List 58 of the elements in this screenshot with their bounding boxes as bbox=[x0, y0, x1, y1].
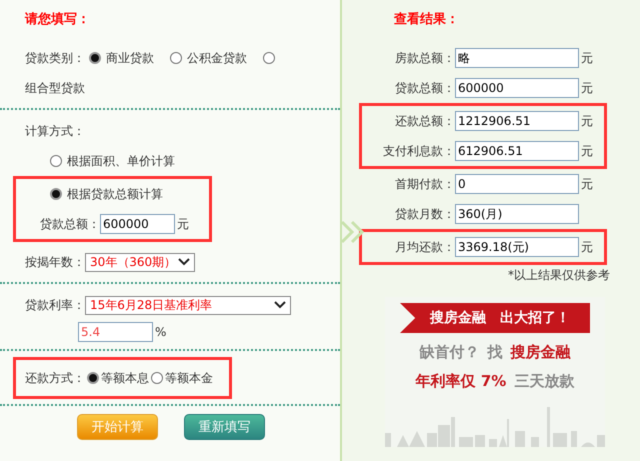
option-label[interactable]: 组合型贷款 bbox=[25, 73, 85, 103]
input-field[interactable]: 360(月) bbox=[455, 204, 579, 224]
input-field[interactable]: 0 bbox=[455, 174, 579, 194]
radio-button[interactable] bbox=[151, 372, 163, 384]
field-label: 贷款月数： bbox=[394, 206, 455, 222]
option-label[interactable]: 等额本息 bbox=[101, 360, 149, 396]
option-label[interactable]: 根据贷款总额计算 bbox=[67, 186, 163, 202]
ad-text: 缺首付？ bbox=[420, 343, 480, 362]
ad-text: 搜房金融 bbox=[510, 343, 570, 362]
radio-button[interactable] bbox=[263, 52, 275, 64]
unit-label: 元 bbox=[581, 80, 593, 96]
radio-button[interactable] bbox=[50, 155, 62, 167]
unit-label: 元 bbox=[177, 216, 189, 232]
input-field[interactable]: 5.4 bbox=[78, 322, 153, 342]
field-label: 贷款利率： bbox=[25, 296, 85, 314]
unit-label: 元 bbox=[581, 142, 593, 160]
option-label[interactable]: 根据面积、单价计算 bbox=[67, 152, 175, 170]
unit-label: 元 bbox=[581, 176, 593, 192]
input-field[interactable]: 600000 bbox=[455, 78, 579, 98]
radio-button[interactable] bbox=[87, 372, 99, 384]
input-field[interactable]: 612906.51 bbox=[455, 141, 579, 161]
section-title: 请您填写： bbox=[25, 11, 90, 28]
field-label: 首期付款： bbox=[394, 176, 455, 192]
field-label: 房款总额： bbox=[394, 50, 455, 66]
ad-text: 出大招了！ bbox=[500, 309, 570, 327]
ad-text: 找 bbox=[488, 343, 502, 362]
option-label[interactable]: 等额本金 bbox=[165, 360, 213, 396]
field-label: 月均还款： bbox=[394, 238, 455, 256]
radio-button[interactable] bbox=[170, 52, 182, 64]
option-label[interactable]: 商业贷款 bbox=[106, 43, 154, 73]
caret-icon bbox=[178, 258, 190, 266]
input-field[interactable]: 略 bbox=[455, 48, 579, 68]
field-label: 支付利息款： bbox=[382, 142, 455, 160]
ad-text: 年利率仅 7% bbox=[416, 372, 506, 391]
unit-label: % bbox=[155, 325, 166, 339]
dropdown[interactable]: 15年6月28日基准利率 bbox=[85, 296, 291, 314]
option-label[interactable]: 公积金贷款 bbox=[187, 43, 247, 73]
ad-text: 搜房金融 bbox=[430, 309, 486, 327]
field-label: 按揭年数： bbox=[25, 254, 85, 270]
input-field[interactable]: 1212906.51 bbox=[455, 111, 579, 131]
ad-text: 三天放款 bbox=[514, 372, 574, 391]
section-title: 查看结果： bbox=[394, 11, 459, 28]
unit-label: 元 bbox=[581, 238, 593, 256]
field-label: 计算方式： bbox=[25, 122, 85, 140]
radio-button[interactable] bbox=[89, 52, 101, 64]
field-label: 贷款总额： bbox=[394, 80, 455, 96]
caret-icon bbox=[274, 301, 286, 309]
field-label: 贷款类别： bbox=[25, 50, 85, 67]
field-label: 还款方式： bbox=[25, 370, 85, 387]
field-label: 贷款总额： bbox=[40, 216, 100, 232]
unit-label: 元 bbox=[581, 112, 593, 130]
radio-button[interactable] bbox=[50, 188, 62, 200]
input-field[interactable]: 3369.18(元) bbox=[455, 237, 579, 257]
input-field[interactable]: 600000 bbox=[100, 214, 175, 234]
dropdown[interactable]: 30年（360期） bbox=[85, 252, 195, 272]
field-label: 还款总额： bbox=[394, 112, 455, 130]
unit-label: 元 bbox=[581, 50, 593, 66]
note-text: *以上结果仅供参考 bbox=[508, 266, 610, 284]
